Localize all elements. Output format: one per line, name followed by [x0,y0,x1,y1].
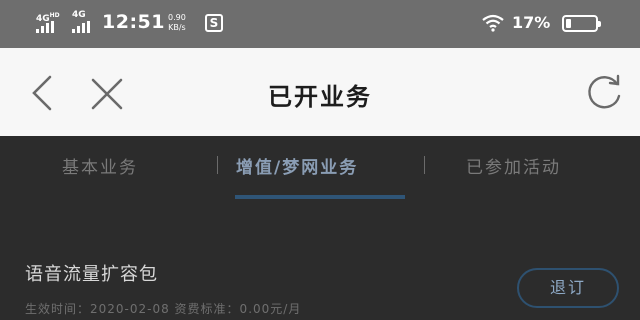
signal-bars-2-icon [72,21,90,33]
tab-value-added-services[interactable]: 增值/梦网业务 [236,153,358,178]
tab-basic-services[interactable]: 基本业务 [62,153,138,178]
signal-bars-1-icon [36,21,54,33]
network-speed: 0.90 KB/s [168,13,186,32]
unsubscribe-button[interactable]: 退订 [517,268,619,308]
tab-separator [217,156,218,174]
network-type-2: 4G [72,10,86,20]
service-name: 语音流量扩容包 [25,264,158,285]
tab-joined-activities[interactable]: 已参加活动 [466,153,561,178]
battery-level-fill [566,19,571,28]
page-title: 已开业务 [268,83,372,111]
nav-bar: 已开业务 [0,48,640,136]
service-meta: 生效时间：2020-02-08 资费标准：0.00元/月 [25,302,302,316]
status-bar: 4GHD 4G 12:51 0.90 KB/s S 17% [0,0,640,48]
app-notification-icon: S [205,14,223,32]
battery-icon [562,15,601,32]
tab-separator [424,156,425,174]
active-tab-indicator [235,195,405,199]
refresh-icon[interactable] [584,74,624,112]
clock: 12:51 [102,11,165,33]
wifi-icon [482,14,504,32]
battery-percent: 17% [512,13,551,32]
